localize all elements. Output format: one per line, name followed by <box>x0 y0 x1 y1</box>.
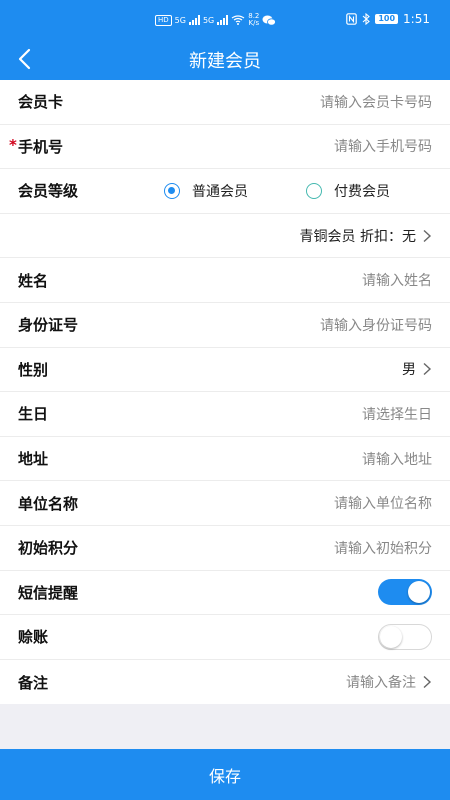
remark-placeholder: 请输入备注 <box>346 675 416 692</box>
hd-badge: HD <box>155 14 172 26</box>
address-label: 地址 <box>18 450 49 469</box>
wifi-icon <box>231 15 245 25</box>
navigation-bar: 新建会员 <box>0 36 450 80</box>
name-input[interactable]: 请输入姓名 <box>362 270 432 290</box>
initial-points-label: 初始积分 <box>18 539 79 558</box>
id-number-label: 身份证号 <box>18 316 79 335</box>
chevron-right-icon <box>423 363 432 376</box>
credit-label: 赊账 <box>18 628 49 647</box>
radio-regular-member[interactable]: 普通会员 <box>164 181 248 201</box>
level-discount-row[interactable]: 青铜会员 折扣：无 <box>0 214 450 259</box>
network-type-2: 5G <box>202 15 215 25</box>
radio-selected-icon <box>164 182 180 199</box>
toggle-knob <box>380 625 402 648</box>
remark-input[interactable]: 请输入备注 <box>346 672 432 692</box>
page-title: 新建会员 <box>189 51 261 72</box>
status-right: 100 1:51 <box>346 12 430 26</box>
level-discount-text: 青铜会员 折扣：无 <box>299 228 416 245</box>
member-card-label: 会员卡 <box>18 93 64 112</box>
remark-label: 备注 <box>18 673 49 692</box>
name-row: 姓名 请输入姓名 <box>0 258 450 303</box>
gender-value: 男 <box>402 362 416 379</box>
company-row: 单位名称 请输入单位名称 <box>0 481 450 526</box>
id-number-row: 身份证号 请输入身份证号码 <box>0 303 450 348</box>
sms-reminder-toggle[interactable] <box>378 579 432 606</box>
radio-regular-label: 普通会员 <box>192 183 248 200</box>
network-type-1: 5G <box>174 15 186 25</box>
radio-paid-member[interactable]: 付费会员 <box>306 181 390 201</box>
toggle-knob <box>408 581 430 604</box>
gender-select[interactable]: 男 <box>402 359 432 379</box>
nfc-icon <box>346 13 358 25</box>
sms-reminder-label: 短信提醒 <box>18 583 79 602</box>
sms-reminder-row: 短信提醒 <box>0 571 450 616</box>
member-level-row: 会员等级 普通会员 付费会员 <box>0 169 450 214</box>
save-button[interactable]: 保存 <box>0 749 450 800</box>
company-label: 单位名称 <box>18 494 79 513</box>
status-bar: HD 5G 5G 8.2 K/s 100 1:51 <box>0 10 450 34</box>
name-label: 姓名 <box>18 271 49 290</box>
radio-unselected-icon <box>306 182 322 199</box>
phone-input[interactable]: 请输入手机号码 <box>334 136 432 156</box>
signal-icon-2 <box>217 15 229 25</box>
member-card-row: 会员卡 请输入会员卡号码 <box>0 80 450 125</box>
credit-toggle[interactable] <box>378 623 432 650</box>
status-left: HD 5G 5G 8.2 K/s <box>155 12 277 27</box>
initial-points-input[interactable]: 请输入初始积分 <box>334 538 432 558</box>
member-card-input[interactable]: 请输入会员卡号码 <box>320 92 432 112</box>
birthday-row[interactable]: 生日 请选择生日 <box>0 392 450 437</box>
member-level-label: 会员等级 <box>18 182 79 201</box>
status-time: 1:51 <box>403 12 430 26</box>
bluetooth-icon <box>362 13 371 25</box>
remark-row[interactable]: 备注 请输入备注 <box>0 660 450 705</box>
address-row: 地址 请输入地址 <box>0 437 450 482</box>
wechat-icon <box>262 15 277 26</box>
chevron-right-icon <box>423 229 432 242</box>
phone-label: 手机号 <box>18 137 64 156</box>
company-input[interactable]: 请输入单位名称 <box>334 493 432 513</box>
member-form: 会员卡 请输入会员卡号码 * 手机号 请输入手机号码 会员等级 普通会员 付费会… <box>0 80 450 705</box>
required-mark: * <box>9 135 17 154</box>
level-discount-value: 青铜会员 折扣：无 <box>300 226 432 246</box>
save-button-label: 保存 <box>208 766 241 786</box>
id-number-input[interactable]: 请输入身份证号码 <box>320 315 432 335</box>
app-header: HD 5G 5G 8.2 K/s 100 1:51 新建会员 <box>0 0 450 80</box>
gender-row[interactable]: 性别 男 <box>0 348 450 393</box>
gender-label: 性别 <box>18 360 49 379</box>
credit-row: 赊账 <box>0 615 450 660</box>
radio-paid-label: 付费会员 <box>334 183 390 200</box>
birthday-picker[interactable]: 请选择生日 <box>362 404 432 424</box>
phone-row: * 手机号 请输入手机号码 <box>0 125 450 170</box>
member-level-radio-group: 普通会员 付费会员 <box>164 169 448 213</box>
address-input[interactable]: 请输入地址 <box>362 449 432 469</box>
birthday-label: 生日 <box>18 405 49 424</box>
battery-indicator: 100 <box>375 14 399 24</box>
chevron-right-icon <box>423 675 432 689</box>
network-speed: 8.2 K/s <box>248 12 260 27</box>
signal-icon <box>188 15 200 25</box>
initial-points-row: 初始积分 请输入初始积分 <box>0 526 450 571</box>
